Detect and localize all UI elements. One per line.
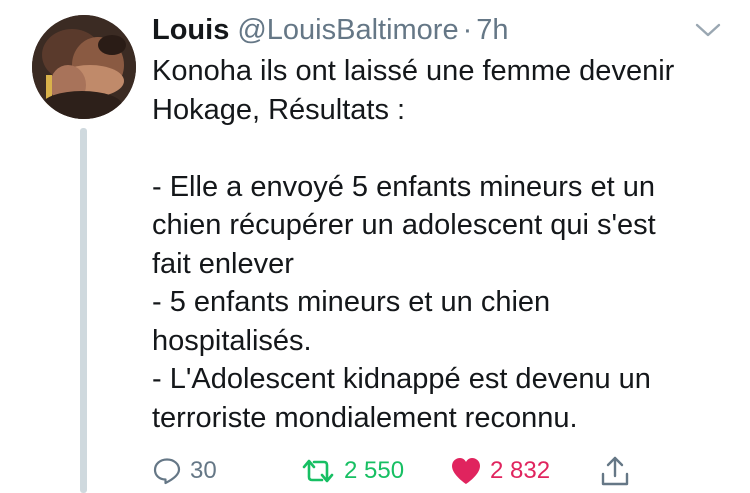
separator-dot: ·	[462, 14, 473, 46]
avatar[interactable]	[32, 15, 136, 119]
retweet-button[interactable]: 2 550	[300, 452, 404, 490]
heart-icon	[452, 458, 480, 484]
tweet-actions: 30 2 550 2 832	[0, 452, 750, 490]
reply-button[interactable]: 30	[152, 452, 217, 490]
author-handle[interactable]: @LouisBaltimore	[237, 10, 458, 50]
retweet-icon	[302, 459, 334, 483]
tweet-menu-button[interactable]	[694, 20, 722, 40]
like-count: 2 832	[490, 457, 551, 484]
reply-bubble-icon	[153, 458, 181, 485]
thread-line	[80, 128, 87, 493]
author-display-name[interactable]: Louis	[152, 10, 229, 50]
avatar-photo	[32, 15, 136, 119]
like-button[interactable]: 2 832	[450, 452, 550, 490]
chevron-down-icon	[695, 23, 721, 37]
reply-count: 30	[190, 457, 217, 484]
retweet-count: 2 550	[344, 457, 405, 484]
tweet-text: Konoha ils ont laissé une femme devenir …	[152, 55, 675, 434]
tweet-timestamp[interactable]: 7h	[476, 10, 508, 50]
tweet-header: Louis @LouisBaltimore · 7h	[152, 10, 509, 50]
share-button[interactable]	[600, 452, 630, 490]
share-icon	[601, 456, 629, 486]
